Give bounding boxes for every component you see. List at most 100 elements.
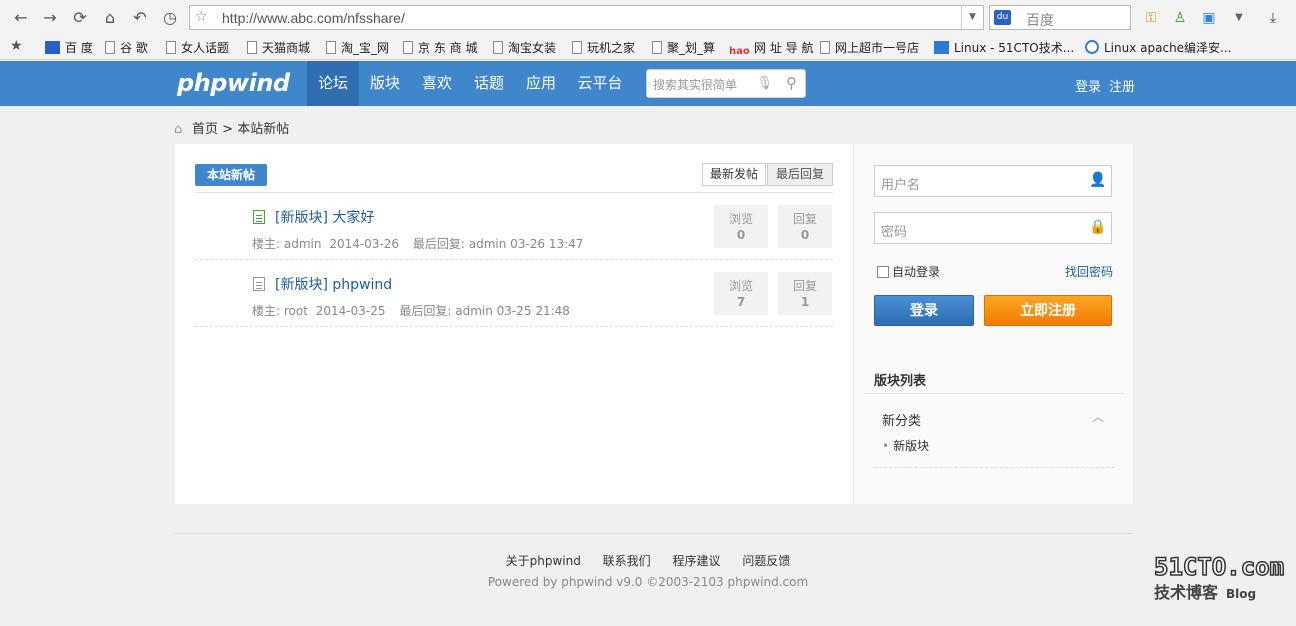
username-field[interactable]: 用户名 👤 xyxy=(874,165,1112,197)
last-reply[interactable]: admin 03-26 13:47 xyxy=(469,237,584,251)
bookmark-item[interactable]: 淘_宝_网 xyxy=(326,40,389,56)
nav-boards[interactable]: 版块 xyxy=(359,61,411,106)
home-icon[interactable]: ⌂ xyxy=(100,8,120,28)
replies-count: 1 xyxy=(800,295,810,309)
footer-link-contact[interactable]: 联系我们 xyxy=(603,554,651,568)
nav-topics[interactable]: 话题 xyxy=(463,61,515,106)
watermark-line1: 51CTO.com xyxy=(1153,552,1285,582)
sidebar: 用户名 👤 密码 🔒 自动登录 找回密码 登录 立即注册 版块列表 新分类 ︿ … xyxy=(853,144,1133,504)
post-row: [新版块] 大家好 楼主: admin 2014-03-26 最后回复: adm… xyxy=(195,193,833,260)
page-icon xyxy=(820,41,830,54)
forum-divider xyxy=(874,467,1114,468)
hao-icon: hao xyxy=(729,46,750,57)
bookmarks-star-icon[interactable]: ★ xyxy=(10,38,23,54)
lock-icon: 🔒 xyxy=(1089,219,1107,235)
post-meta: 楼主: root 2014-03-25 最后回复: admin 03-25 21… xyxy=(252,302,580,319)
url-text[interactable]: http://www.abc.com/nfsshare/ xyxy=(222,10,405,26)
forward-icon[interactable]: → xyxy=(40,8,60,28)
bookmark-item[interactable]: 京 东 商 城 xyxy=(403,40,477,56)
search-icon[interactable]: ⚲ xyxy=(786,74,797,92)
password-field[interactable]: 密码 🔒 xyxy=(874,212,1112,244)
microphone-icon[interactable]: 🎙 xyxy=(756,76,773,91)
download-icon[interactable]: ⤓ xyxy=(1264,9,1282,27)
post-title[interactable]: [新版块] phpwind xyxy=(275,274,392,294)
bookmark-item[interactable]: 百 度 xyxy=(45,40,93,56)
remember-me[interactable]: 自动登录 xyxy=(877,263,940,280)
last-reply[interactable]: admin 03-25 21:48 xyxy=(455,304,570,318)
bookmark-star-icon[interactable]: ☆ xyxy=(195,9,208,25)
powered-by: Powered by phpwind v9.0 ©2003-2103 phpwi… xyxy=(487,575,809,589)
nav-apps[interactable]: 应用 xyxy=(515,61,567,106)
page-icon xyxy=(572,41,582,54)
menu-chevron-icon[interactable]: ▼ xyxy=(1230,9,1248,27)
bookmark-item[interactable]: 女人话题 xyxy=(166,40,229,56)
back-icon[interactable]: ← xyxy=(11,8,31,28)
bookmark-item[interactable]: 网上超市一号店 xyxy=(820,40,919,56)
replies-count: 0 xyxy=(800,228,810,242)
post-author[interactable]: admin xyxy=(284,237,322,251)
post-author[interactable]: root xyxy=(284,304,308,318)
browser-search-box[interactable]: du 百度 xyxy=(989,5,1131,30)
breadcrumb: ⌂ 首页 > 本站新帖 xyxy=(174,118,289,137)
bookmark-item[interactable]: 谷 歌 xyxy=(105,40,148,56)
header-login-link[interactable]: 登录 xyxy=(1075,76,1101,95)
home-icon[interactable]: ⌂ xyxy=(174,122,189,137)
page-icon xyxy=(326,41,336,54)
replies-stat: 回复 1 xyxy=(778,272,832,315)
bookmark-item[interactable]: 天猫商城 xyxy=(247,40,310,56)
footer-link-about[interactable]: 关于phpwind xyxy=(506,554,581,568)
bookmark-item[interactable]: Linux apache编泽安... xyxy=(1085,40,1232,56)
bookmark-item[interactable]: 玩机之家 xyxy=(572,40,635,56)
breadcrumb-home[interactable]: 首页 xyxy=(192,122,218,137)
sort-newest-tab[interactable]: 最新发帖 xyxy=(702,163,766,186)
forgot-password-link[interactable]: 找回密码 xyxy=(1065,263,1113,280)
board-list-title: 版块列表 xyxy=(874,374,927,389)
history-icon[interactable]: ◷ xyxy=(160,8,180,28)
category-item[interactable]: 新分类 xyxy=(882,410,921,429)
footer-link-suggest[interactable]: 程序建议 xyxy=(673,554,721,568)
header-register-link[interactable]: 注册 xyxy=(1109,76,1135,95)
footer-links: 关于phpwind 联系我们 程序建议 问题反馈 xyxy=(0,552,1296,569)
page-icon xyxy=(493,41,503,54)
url-dropdown-icon[interactable]: ▼ xyxy=(961,6,983,29)
site-search-input[interactable]: 搜索其实很简单 🎙 ⚲ xyxy=(646,69,806,98)
replies-label: 回复 xyxy=(792,279,817,293)
sort-last-reply-tab[interactable]: 最后回复 xyxy=(767,163,833,186)
views-stat: 浏览 0 xyxy=(714,205,768,248)
forum-item[interactable]: • 新版块 xyxy=(882,437,929,454)
nav-likes[interactable]: 喜欢 xyxy=(411,61,463,106)
translate-icon[interactable]: ▣ xyxy=(1200,9,1218,27)
site-logo[interactable]: phpwind xyxy=(177,69,290,97)
post-title[interactable]: [新版块] 大家好 xyxy=(275,207,374,227)
post-meta: 楼主: admin 2014-03-26 最后回复: admin 03-26 1… xyxy=(252,235,593,252)
reload-icon[interactable]: ⟳ xyxy=(70,8,90,28)
bookmark-item[interactable]: 淘宝女装 xyxy=(493,40,556,56)
address-bar[interactable]: ☆ http://www.abc.com/nfsshare/ ▼ xyxy=(189,5,984,30)
footer-divider xyxy=(175,533,1133,534)
page-icon xyxy=(247,41,257,54)
breadcrumb-separator: > xyxy=(222,122,234,137)
remember-checkbox[interactable] xyxy=(877,266,889,278)
bookmark-item[interactable]: hao 网 址 导 航 xyxy=(729,40,813,57)
bullet-icon: • xyxy=(882,439,890,453)
user-extension-icon[interactable]: ♙ xyxy=(1171,9,1189,27)
footer-link-feedback[interactable]: 问题反馈 xyxy=(742,554,790,568)
nav-forum[interactable]: 论坛 xyxy=(307,61,359,106)
register-button[interactable]: 立即注册 xyxy=(984,295,1112,326)
login-button[interactable]: 登录 xyxy=(874,295,974,326)
last-reply-label: 最后回复: xyxy=(412,237,465,251)
browser-toolbar: ← → ⟳ ⌂ ↶ ◷ ☆ http://www.abc.com/nfsshar… xyxy=(0,0,1296,36)
page-icon xyxy=(105,41,115,54)
nav-cloud[interactable]: 云平台 xyxy=(567,61,633,106)
key-icon[interactable]: ⚿ xyxy=(1142,9,1160,27)
breadcrumb-current: 本站新帖 xyxy=(237,122,290,137)
document-icon xyxy=(253,277,265,291)
page-icon xyxy=(403,41,413,54)
bookmark-item[interactable]: 聚_划_算 xyxy=(652,40,715,56)
views-label: 浏览 xyxy=(728,212,753,226)
bookmarks-bar: ★ 百 度 谷 歌 女人话题 天猫商城 淘_宝_网 京 东 商 城 淘宝女装 玩… xyxy=(0,36,1296,60)
user-icon: 👤 xyxy=(1089,172,1107,188)
undo-icon[interactable]: ↶ xyxy=(130,8,150,28)
bookmark-item[interactable]: Linux - 51CTO技术... xyxy=(934,40,1074,56)
chevron-up-icon[interactable]: ︿ xyxy=(1092,408,1104,425)
